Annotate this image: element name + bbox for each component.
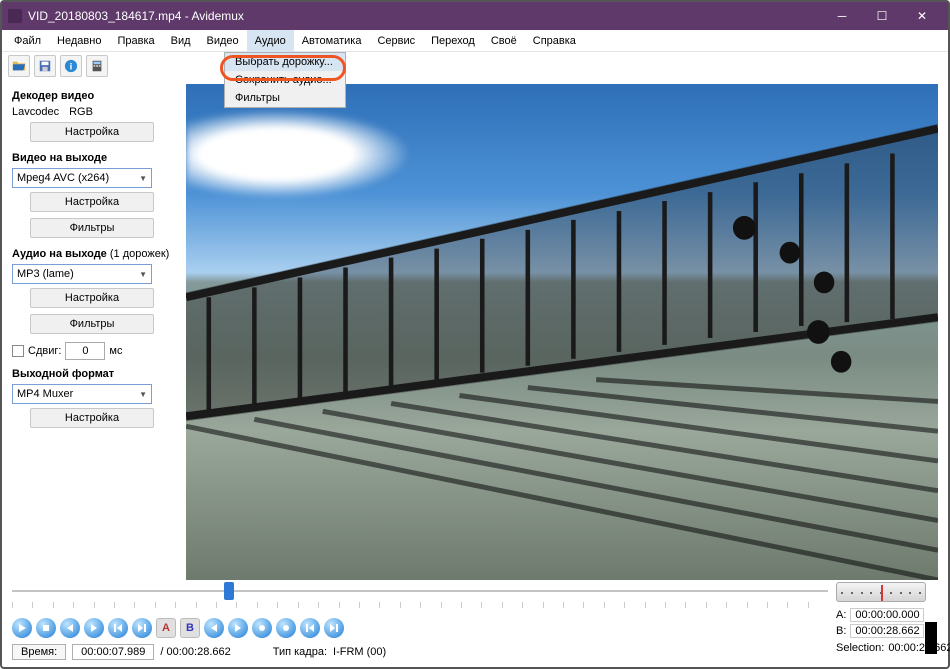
minimize-button[interactable]: ─: [822, 2, 862, 30]
menu-go[interactable]: Переход: [423, 30, 483, 52]
shift-label: Сдвиг:: [28, 345, 61, 357]
calculator-button[interactable]: [86, 55, 108, 77]
app-icon: [8, 9, 22, 23]
time-current-input[interactable]: 00:00:07.989: [72, 644, 154, 660]
frame-type-value: I-FRM (00): [333, 646, 386, 658]
goto-end-button[interactable]: [324, 618, 344, 638]
audio-configure-button[interactable]: Настройка: [30, 288, 154, 308]
muxer-configure-button[interactable]: Настройка: [30, 408, 154, 428]
menu-edit[interactable]: Правка: [109, 30, 162, 52]
next-cut-button[interactable]: [228, 618, 248, 638]
decoder-configure-button[interactable]: Настройка: [30, 122, 154, 142]
decoder-name: Lavcodec: [12, 106, 59, 118]
menu-item-save-audio[interactable]: Сохранить аудио...: [225, 71, 345, 89]
title-bar: VID_20180803_184617.mp4 - Avidemux ─ ☐ ✕: [2, 2, 948, 30]
menu-service[interactable]: Сервис: [369, 30, 423, 52]
audio-codec-value: MP3 (lame): [17, 268, 74, 280]
audio-codec-select[interactable]: MP3 (lame) ▼: [12, 264, 152, 284]
video-out-section-title: Видео на выходе: [12, 152, 172, 164]
prev-black-button[interactable]: [252, 618, 272, 638]
next-frame-button[interactable]: [84, 618, 104, 638]
video-codec-select[interactable]: Mpeg4 AVC (x264) ▼: [12, 168, 152, 188]
prev-cut-button[interactable]: [204, 618, 224, 638]
shift-checkbox[interactable]: [12, 345, 24, 357]
menu-video[interactable]: Видео: [199, 30, 247, 52]
menu-bar: Файл Недавно Правка Вид Видео Аудио Авто…: [2, 30, 948, 52]
menu-own[interactable]: Своё: [483, 30, 525, 52]
video-filters-button[interactable]: Фильтры: [30, 218, 154, 238]
save-button[interactable]: [34, 55, 56, 77]
bottom-panel: A B Время: 00:00:07.989 / 00:00:28.662 Т…: [2, 580, 948, 666]
selection-value: 00:00:28.662: [888, 642, 950, 654]
stop-button[interactable]: [36, 618, 56, 638]
muxer-select[interactable]: MP4 Muxer ▼: [12, 384, 152, 404]
audio-out-section-title: Аудио на выходе (1 дорожек): [12, 248, 172, 260]
video-codec-value: Mpeg4 AVC (x264): [17, 172, 109, 184]
selection-panel: A: 00:00:00.000 B: 00:00:28.662 Selection:…: [836, 582, 936, 654]
prev-frame-button[interactable]: [60, 618, 80, 638]
info-button[interactable]: i: [60, 55, 82, 77]
decoder-section-title: Декодер видео: [12, 90, 172, 102]
toolbar: i: [2, 52, 948, 80]
frame-type-label: Тип кадра:: [273, 646, 327, 658]
shift-row: Сдвиг: 0 мс: [12, 342, 172, 360]
svg-text:B: B: [186, 623, 194, 633]
next-black-button[interactable]: [276, 618, 296, 638]
menu-item-select-track[interactable]: Выбрать дорожку...: [225, 53, 345, 71]
chevron-down-icon: ▼: [139, 270, 147, 279]
menu-item-audio-filters[interactable]: Фильтры: [225, 89, 345, 107]
time-label-button[interactable]: Время:: [12, 644, 66, 660]
maximize-button[interactable]: ☐: [862, 2, 902, 30]
window-title: VID_20180803_184617.mp4 - Avidemux: [28, 9, 822, 23]
transport-controls: A B: [12, 618, 938, 638]
video-preview: [186, 84, 938, 580]
time-total: / 00:00:28.662: [160, 646, 230, 658]
marker-b-value: 00:00:28.662: [850, 624, 924, 638]
marker-a-label: A:: [836, 609, 846, 621]
marker-a-value: 00:00:00.000: [850, 608, 924, 622]
output-format-section-title: Выходной формат: [12, 368, 172, 380]
prev-keyframe-button[interactable]: [108, 618, 128, 638]
timeline-ticks: [12, 602, 828, 614]
svg-text:i: i: [70, 62, 73, 73]
audio-menu-dropdown: Выбрать дорожку... Сохранить аудио... Фи…: [224, 52, 346, 108]
menu-recent[interactable]: Недавно: [49, 30, 109, 52]
side-panel: Декодер видео Lavcodec RGB Настройка Вид…: [2, 80, 182, 580]
jog-wheel[interactable]: [836, 582, 926, 602]
menu-view[interactable]: Вид: [163, 30, 199, 52]
marker-b-label: B:: [836, 625, 846, 637]
muxer-value: MP4 Muxer: [17, 388, 73, 400]
goto-start-button[interactable]: [300, 618, 320, 638]
video-configure-button[interactable]: Настройка: [30, 192, 154, 212]
shift-input[interactable]: 0: [65, 342, 105, 360]
chevron-down-icon: ▼: [139, 390, 147, 399]
menu-file[interactable]: Файл: [6, 30, 49, 52]
close-button[interactable]: ✕: [902, 2, 942, 30]
svg-text:A: A: [162, 623, 170, 633]
set-marker-b-button[interactable]: B: [180, 618, 200, 638]
menu-help[interactable]: Справка: [525, 30, 584, 52]
timeline-slider[interactable]: [12, 582, 828, 600]
play-button[interactable]: [12, 618, 32, 638]
set-marker-a-button[interactable]: A: [156, 618, 176, 638]
menu-automatic[interactable]: Автоматика: [294, 30, 370, 52]
open-button[interactable]: [8, 55, 30, 77]
preview-thumbnail: [925, 622, 937, 654]
shift-unit: мс: [109, 345, 122, 357]
audio-filters-button[interactable]: Фильтры: [30, 314, 154, 334]
next-keyframe-button[interactable]: [132, 618, 152, 638]
selection-label: Selection:: [836, 642, 884, 654]
decoder-color: RGB: [69, 106, 93, 118]
menu-audio[interactable]: Аудио: [247, 30, 294, 52]
timeline-thumb[interactable]: [224, 582, 234, 600]
chevron-down-icon: ▼: [139, 174, 147, 183]
